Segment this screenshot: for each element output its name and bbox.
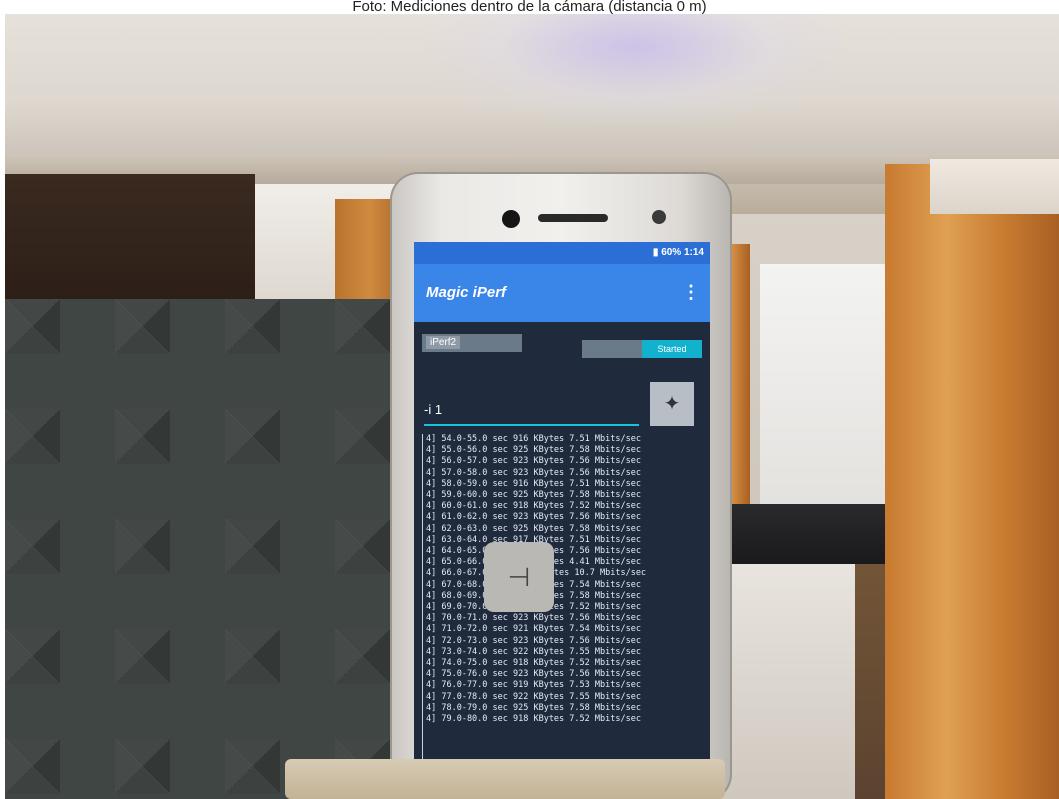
- log-row: 4] 60.0-61.0 sec 918 KBytes 7.52 Mbits/s…: [426, 501, 641, 512]
- log-row: 4] 56.0-57.0 sec 923 KBytes 7.56 Mbits/s…: [426, 456, 641, 467]
- log-row: 4] 78.0-79.0 sec 925 KBytes 7.58 Mbits/s…: [426, 702, 641, 713]
- log-row: 4] 77.0-78.0 sec 922 KBytes 7.55 Mbits/s…: [426, 691, 641, 702]
- log-row: 4] 59.0-60.0 sec 925 KBytes 7.58 Mbits/s…: [426, 490, 641, 501]
- log-row: 4] 54.0-55.0 sec 916 KBytes 7.51 Mbits/s…: [426, 434, 641, 444]
- front-camera: [502, 210, 520, 228]
- status-bar: ▮ 60% 1:14: [414, 242, 710, 264]
- log-row: 4] 57.0-58.0 sec 923 KBytes 7.56 Mbits/s…: [426, 467, 641, 478]
- proximity-sensor: [652, 210, 666, 224]
- command-input[interactable]: -i 1: [424, 402, 442, 417]
- battery-icon: ▮: [652, 247, 659, 258]
- log-row: 4] 70.0-71.0 sec 923 KBytes 7.56 Mbits/s…: [426, 613, 641, 624]
- ceiling-light-glow: [425, 14, 845, 124]
- log-row: 4] 61.0-62.0 sec 923 KBytes 7.56 Mbits/s…: [426, 512, 641, 523]
- log-row: 4] 76.0-77.0 sec 919 KBytes 7.53 Mbits/s…: [426, 680, 641, 691]
- log-row: 4] 73.0-74.0 sec 922 KBytes 7.55 Mbits/s…: [426, 646, 641, 657]
- started-button[interactable]: Started: [642, 340, 702, 358]
- tab-iperf2-label: iPerf2: [426, 336, 461, 349]
- phone-screen: ▮ 60% 1:14 Magic iPerf ⋮ iPerf2 Started …: [414, 242, 710, 792]
- log-row: 4] 55.0-56.0 sec 925 KBytes 7.58 Mbits/s…: [426, 445, 641, 456]
- log-row: 4] 71.0-72.0 sec 921 KBytes 7.54 Mbits/s…: [426, 624, 641, 635]
- pillar-cap: [930, 159, 1059, 214]
- app-title: Magic iPerf: [426, 284, 507, 301]
- tab-blank[interactable]: [582, 340, 642, 358]
- log-row: 4] 79.0-80.0 sec 918 KBytes 7.52 Mbits/s…: [426, 714, 641, 725]
- log-row: 4] 58.0-59.0 sec 916 KBytes 7.51 Mbits/s…: [426, 478, 641, 489]
- transfer-icon[interactable]: ⊣: [484, 542, 554, 612]
- anechoic-foam-wall: [5, 299, 405, 799]
- phone-stand: [285, 759, 725, 799]
- magic-iperf-icon[interactable]: ✦: [650, 382, 694, 426]
- log-row: 4] 74.0-75.0 sec 918 KBytes 7.52 Mbits/s…: [426, 658, 641, 669]
- earpiece-speaker: [538, 214, 608, 222]
- status-text: 60% 1:14: [661, 247, 704, 258]
- log-row: 4] 62.0-63.0 sec 925 KBytes 7.58 Mbits/s…: [426, 523, 641, 534]
- command-underline: [424, 424, 639, 426]
- log-row: 4] 75.0-76.0 sec 923 KBytes 7.56 Mbits/s…: [426, 669, 641, 680]
- app-bar: Magic iPerf ⋮: [414, 264, 710, 322]
- photo-caption: Foto: Mediciones dentro de la cámara (di…: [0, 0, 1059, 14]
- smartphone: ▮ 60% 1:14 Magic iPerf ⋮ iPerf2 Started …: [390, 172, 732, 799]
- photo: ▮ 60% 1:14 Magic iPerf ⋮ iPerf2 Started …: [5, 14, 1059, 799]
- wooden-pillar-right: [885, 164, 1059, 799]
- log-row: 4] 72.0-73.0 sec 923 KBytes 7.56 Mbits/s…: [426, 635, 641, 646]
- command-text: -i 1: [424, 402, 443, 417]
- more-vert-icon[interactable]: ⋮: [682, 282, 700, 303]
- tab-iperf2[interactable]: iPerf2: [422, 334, 522, 352]
